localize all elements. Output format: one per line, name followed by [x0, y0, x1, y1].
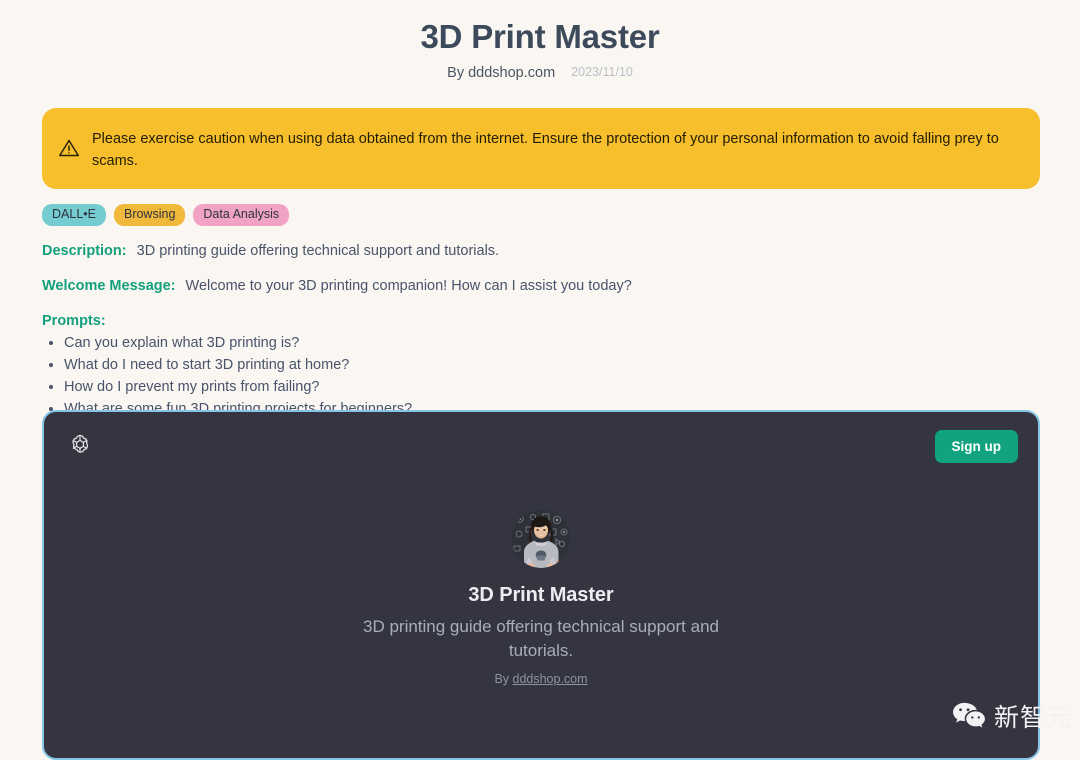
description-row: Description: 3D printing guide offering …	[42, 241, 1080, 261]
page-header: 3D Print Master By dddshop.com 2023/11/1…	[0, 0, 1080, 81]
preview-gpt-title: 3D Print Master	[468, 584, 614, 606]
list-item: What do I need to start 3D printing at h…	[64, 354, 1080, 376]
warning-text: Please exercise caution when using data …	[92, 131, 999, 169]
page-title: 3D Print Master	[420, 18, 660, 55]
preview-center: 3D Print Master 3D printing guide offeri…	[44, 510, 1038, 686]
wechat-icon	[952, 701, 986, 731]
warning-banner: Please exercise caution when using data …	[42, 108, 1040, 189]
list-item: Can you explain what 3D printing is?	[64, 332, 1080, 354]
tag-dalle[interactable]: DALL•E	[42, 203, 106, 226]
watermark: 新智元	[952, 698, 1072, 734]
author-link[interactable]: dddshop.com	[513, 672, 588, 686]
welcome-row: Welcome Message: Welcome to your 3D prin…	[42, 276, 1080, 296]
tag-data-analysis[interactable]: Data Analysis	[193, 203, 290, 226]
byline-author: By dddshop.com	[447, 65, 556, 82]
prompts-label: Prompts:	[42, 313, 106, 330]
capability-tags: DALL•E Browsing Data Analysis	[42, 203, 1080, 226]
list-item: How do I prevent my prints from failing?	[64, 376, 1080, 398]
tag-browsing[interactable]: Browsing	[113, 203, 186, 226]
description-value: 3D printing guide offering technical sup…	[136, 242, 500, 259]
preview-gpt-description: 3D printing guide offering technical sup…	[363, 617, 719, 661]
byline-date: 2023/11/10	[571, 65, 633, 80]
byline: By dddshop.com 2023/11/10	[0, 65, 1080, 81]
by-prefix: By	[494, 672, 513, 687]
preview-gpt-byline: By dddshop.com	[44, 672, 1038, 686]
sign-up-button[interactable]: Sign up	[934, 429, 1018, 463]
openai-logo-icon	[66, 432, 94, 460]
preview-topbar: Sign up	[44, 412, 1038, 464]
warning-triangle-icon	[58, 137, 80, 159]
watermark-text: 新智元	[993, 703, 1072, 732]
description-label: Description:	[42, 242, 127, 259]
gpt-preview-panel: Sign up 3D Print Master 3D printing guid…	[42, 410, 1040, 760]
welcome-label: Welcome Message:	[42, 277, 176, 294]
gpt-avatar	[512, 510, 570, 568]
gpt-meta-block: Description: 3D printing guide offering …	[42, 241, 1080, 421]
welcome-value: Welcome to your 3D printing companion! H…	[185, 277, 632, 294]
prompts-list: Can you explain what 3D printing is? Wha…	[42, 332, 1080, 420]
